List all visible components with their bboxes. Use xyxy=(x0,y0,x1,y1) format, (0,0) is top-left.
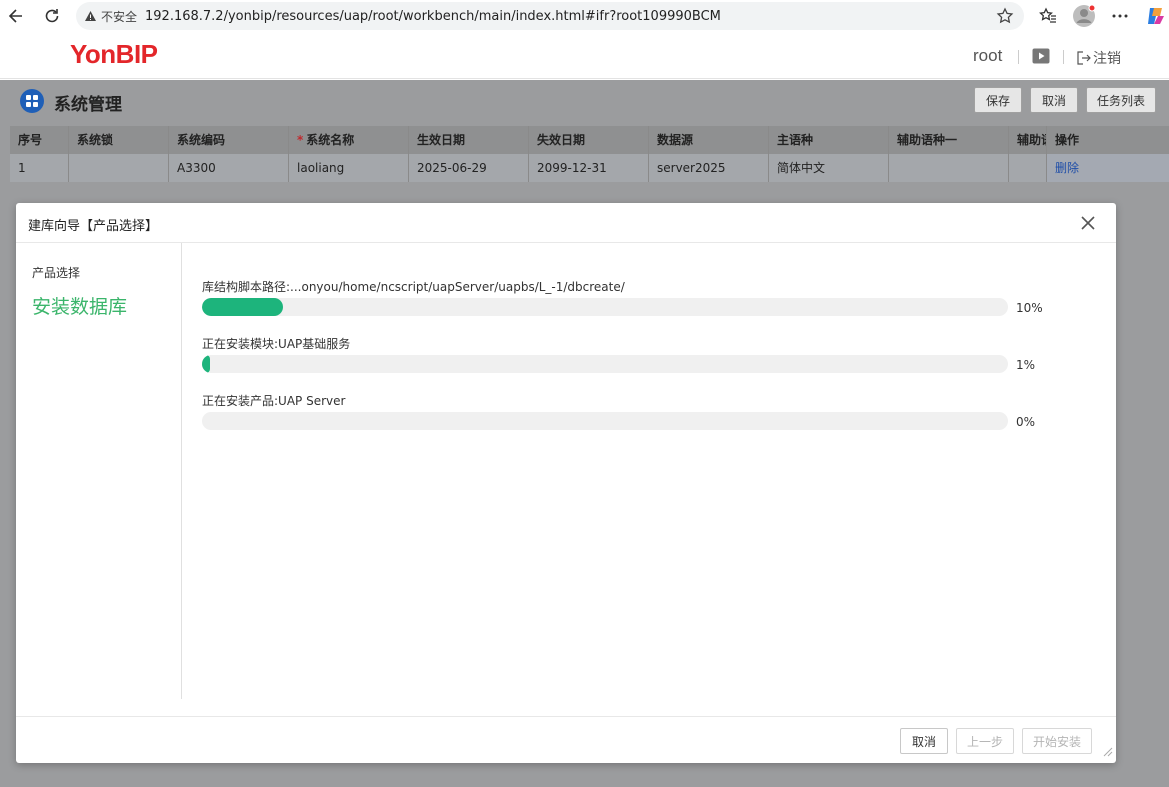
column-header[interactable]: 序号 xyxy=(10,126,69,154)
column-header[interactable]: * 系统名称 xyxy=(289,126,409,154)
db-wizard-dialog: 建库向导【产品选择】 产品选择 安装数据库 库结构脚本路径:...onyou/h… xyxy=(16,203,1116,763)
table-cell: 2025-06-29 xyxy=(409,154,529,182)
table-cell: A3300 xyxy=(169,154,289,182)
progress-track xyxy=(202,298,1008,316)
start-install-button[interactable]: 开始安装 xyxy=(1022,728,1092,754)
column-header[interactable]: 主语种 xyxy=(769,126,889,154)
table-cell: 简体中文 xyxy=(769,154,889,182)
column-header[interactable]: 辅助语 xyxy=(1009,126,1047,154)
yonbip-logo[interactable]: YonBIP xyxy=(70,39,158,70)
system-table: 序号 系统锁 系统编码 * 系统名称 生效日期 失效日期 数据源 主语种 辅助语种… xyxy=(10,126,1169,182)
save-button[interactable]: 保存 xyxy=(974,87,1022,113)
profile-avatar-icon[interactable] xyxy=(1072,4,1096,28)
delete-link[interactable]: 删除 xyxy=(1055,161,1079,175)
column-header[interactable]: 系统锁 xyxy=(69,126,169,154)
table-cell xyxy=(1009,154,1047,182)
address-bar[interactable]: 不安全 192.168.7.2/yonbip/resources/uap/roo… xyxy=(76,2,1024,30)
user-name[interactable]: root xyxy=(973,46,1002,66)
insecure-label: 不安全 xyxy=(101,9,138,24)
copilot-icon[interactable] xyxy=(1144,4,1168,28)
column-header[interactable]: 失效日期 xyxy=(529,126,649,154)
dialog-footer: 取消 上一步 开始安装 xyxy=(16,716,1116,763)
table-cell: laoliang xyxy=(289,154,409,182)
dialog-header: 建库向导【产品选择】 xyxy=(16,203,1116,243)
system-management-icon xyxy=(20,89,44,113)
table-row[interactable]: 1 A3300 laoliang 2025-06-29 2099-12-31 s… xyxy=(10,154,1169,182)
bookmark-star-icon[interactable] xyxy=(996,7,1014,28)
progress-item: 正在安装模块:UAP基础服务 1% xyxy=(202,335,1072,373)
cancel-button[interactable]: 取消 xyxy=(900,728,948,754)
column-header[interactable]: 生效日期 xyxy=(409,126,529,154)
progress-track xyxy=(202,412,1008,430)
reload-icon[interactable] xyxy=(40,4,64,28)
resize-grip-icon[interactable] xyxy=(1101,745,1113,760)
required-marker: * xyxy=(297,133,304,147)
progress-item: 正在安装产品:UAP Server 0% xyxy=(202,392,1072,430)
divider xyxy=(1018,50,1019,64)
progress-track xyxy=(202,355,1008,373)
column-header[interactable]: 操作 xyxy=(1047,126,1169,154)
page-title: 系统管理 xyxy=(54,95,122,115)
table-cell: 删除 xyxy=(1047,154,1169,182)
progress-label: 库结构脚本路径:...onyou/home/ncscript/uapServer… xyxy=(202,280,625,294)
cancel-button[interactable]: 取消 xyxy=(1030,87,1078,113)
step-product-select: 产品选择 xyxy=(32,266,81,280)
dialog-title: 建库向导【产品选择】 xyxy=(28,219,159,234)
url-text: 192.168.7.2/yonbip/resources/uap/root/wo… xyxy=(145,8,721,24)
table-cell xyxy=(889,154,1009,182)
table-cell: server2025 xyxy=(649,154,769,182)
table-cell xyxy=(69,154,169,182)
progress-percent: 10% xyxy=(1016,301,1043,315)
column-header[interactable]: 数据源 xyxy=(649,126,769,154)
previous-step-button[interactable]: 上一步 xyxy=(956,728,1014,754)
more-options-icon[interactable] xyxy=(1108,4,1132,28)
warning-icon xyxy=(85,11,96,21)
wizard-steps: 产品选择 安装数据库 xyxy=(16,243,182,699)
column-header[interactable]: 辅助语种一 xyxy=(889,126,1009,154)
progress-label: 正在安装产品:UAP Server xyxy=(202,394,346,408)
table-cell: 1 xyxy=(10,154,69,182)
progress-item: 库结构脚本路径:...onyou/home/ncscript/uapServer… xyxy=(202,278,1072,316)
progress-percent: 1% xyxy=(1016,358,1036,372)
table-cell: 2099-12-31 xyxy=(529,154,649,182)
progress-fill xyxy=(202,298,283,316)
logout-button[interactable]: 注销 xyxy=(1077,48,1121,68)
video-icon[interactable] xyxy=(1032,48,1050,67)
page-title-row: 系统管理 保存 取消 任务列表 xyxy=(0,80,1169,122)
table-header: 序号 系统锁 系统编码 * 系统名称 生效日期 失效日期 数据源 主语种 辅助语种… xyxy=(10,126,1169,154)
column-header[interactable]: 系统编码 xyxy=(169,126,289,154)
browser-toolbar: 不安全 192.168.7.2/yonbip/resources/uap/roo… xyxy=(0,0,1169,32)
step-install-database: 安装数据库 xyxy=(32,296,128,318)
progress-label: 正在安装模块:UAP基础服务 xyxy=(202,337,351,351)
back-icon[interactable] xyxy=(4,4,28,28)
logout-icon xyxy=(1077,51,1091,65)
app-header: YonBIP root 注销 xyxy=(0,33,1169,79)
close-icon[interactable] xyxy=(1080,215,1096,231)
favorites-icon[interactable] xyxy=(1036,4,1060,28)
security-indicator[interactable]: 不安全 xyxy=(84,8,137,25)
logout-label: 注销 xyxy=(1093,51,1121,67)
column-header-label: 系统名称 xyxy=(306,133,355,147)
divider xyxy=(1063,50,1064,64)
progress-fill xyxy=(202,355,211,373)
progress-percent: 0% xyxy=(1016,415,1036,429)
task-list-button[interactable]: 任务列表 xyxy=(1086,87,1156,113)
